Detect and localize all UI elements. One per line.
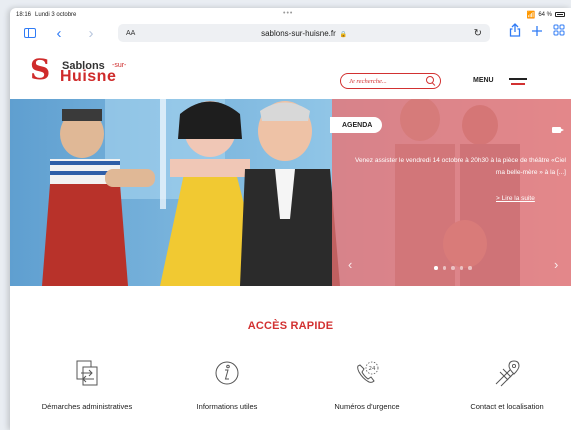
multitasking-dots[interactable]: ••• [283, 10, 293, 17]
logo-text-huisne: Huisne [60, 68, 117, 85]
status-bar: 18:16 Lundi 3 octobre ••• 📶 64 % [10, 8, 571, 21]
quick-access-label: Numéros d'urgence [334, 402, 400, 411]
quick-access-item-demarches[interactable]: Démarches administratives [17, 358, 157, 411]
quick-access-title: ACCÈS RAPIDE [247, 320, 334, 332]
battery-icon [555, 12, 565, 17]
search-icon[interactable] [426, 76, 436, 86]
hero-description: Venez assister le vendredi 14 octobre à … [354, 157, 566, 176]
wifi-icon: 📶 [526, 11, 536, 19]
video-camera-icon [552, 127, 564, 133]
chevron-left-icon[interactable]: ‹ [348, 257, 352, 272]
quick-access-label: Informations utiles [196, 402, 258, 411]
status-time: 18:16 [16, 11, 32, 18]
map-pin-road-icon [495, 360, 520, 387]
slider-dot[interactable] [442, 266, 446, 270]
slider-dot[interactable] [451, 266, 455, 270]
hero-slider: AGENDA Venez assister le vendredi 14 oct… [10, 99, 571, 286]
slider-dot[interactable] [468, 266, 472, 270]
quick-access-item-informations[interactable]: Informations utiles [157, 358, 297, 411]
phone-24-icon: 24 [357, 361, 379, 383]
quick-access-label: Contact et localisation [470, 402, 544, 411]
chevron-right-icon[interactable]: › [554, 257, 558, 272]
battery-percent: 64 % [538, 11, 552, 18]
logo-mark-icon: S [30, 53, 51, 86]
browser-toolbar: ‹ › AA sablons-sur-huisne.fr 🔒 ↻ [10, 21, 571, 45]
tab-overview-icon[interactable] [553, 24, 565, 39]
sidebar-icon[interactable] [24, 28, 36, 38]
menu-button-label[interactable]: MENU [473, 77, 494, 84]
search-input[interactable] [349, 77, 419, 85]
quick-access-item-urgences[interactable]: 24 Numéros d'urgence [297, 358, 437, 411]
agenda-badge: AGENDA [330, 117, 383, 133]
site-logo[interactable]: S Sablons -sur- Huisne [26, 56, 136, 88]
read-more-link[interactable]: > Lire la suite [496, 195, 535, 202]
new-tab-icon[interactable] [531, 24, 543, 40]
site-header: S Sablons -sur- Huisne MENU [10, 45, 571, 99]
slider-dot[interactable] [459, 266, 463, 270]
tablet-screen: 18:16 Lundi 3 octobre ••• 📶 64 % ‹ › AA … [10, 8, 571, 430]
quick-access-label: Démarches administratives [41, 402, 133, 411]
search-box[interactable] [340, 73, 441, 89]
documents-exchange-icon [76, 360, 98, 386]
quick-access-item-contact[interactable]: Contact et localisation [437, 358, 571, 411]
reload-icon[interactable]: ↻ [474, 28, 482, 39]
hamburger-icon[interactable] [509, 78, 527, 86]
address-bar[interactable]: AA sablons-sur-huisne.fr 🔒 ↻ [118, 24, 490, 42]
svg-text:24: 24 [369, 366, 376, 372]
url-text: sablons-sur-huisne.fr 🔒 [261, 28, 347, 38]
slider-dot[interactable] [434, 266, 438, 270]
share-icon[interactable] [509, 23, 521, 40]
forward-icon[interactable]: › [80, 26, 102, 41]
back-icon[interactable]: ‹ [48, 26, 70, 41]
slider-dots [434, 266, 472, 270]
status-date: Lundi 3 octobre [35, 11, 77, 18]
info-icon [215, 361, 239, 385]
lock-icon: 🔒 [337, 31, 347, 38]
reader-options-button[interactable]: AA [126, 30, 135, 37]
